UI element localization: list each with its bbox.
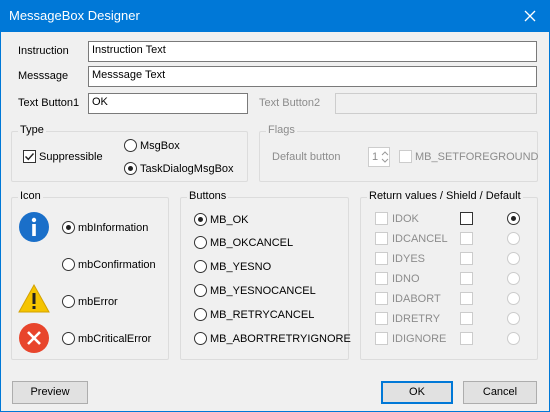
- setforeground-label: MB_SETFOREGROUND: [415, 151, 539, 163]
- buttons-radio-yesnocancel[interactable]: [194, 284, 207, 297]
- icon-label-information: mbInformation: [78, 222, 149, 234]
- window-title: MessageBox Designer: [9, 8, 140, 23]
- buttons-label-yesno: MB_YESNO: [210, 261, 272, 273]
- message-label: Messsage: [18, 70, 69, 82]
- default-radio-idok[interactable]: [507, 212, 520, 225]
- icon-radio-critical-error[interactable]: [62, 332, 75, 345]
- default-radio-idyes[interactable]: [507, 252, 520, 265]
- buttons-radio-retrycancel[interactable]: [194, 308, 207, 321]
- default-radio-idabort[interactable]: [507, 292, 520, 305]
- return-checkbox-idabort[interactable]: [375, 292, 388, 305]
- cancel-button[interactable]: Cancel: [463, 381, 537, 404]
- buttons-label-ok: MB_OK: [210, 214, 249, 226]
- suppressible-label: Suppressible: [39, 151, 103, 163]
- default-button-spinner[interactable]: 1: [368, 147, 390, 167]
- type-group-title: Type: [18, 124, 46, 136]
- buttons-group-title: Buttons: [187, 190, 229, 202]
- shield-checkbox-idcancel[interactable]: [460, 232, 473, 245]
- warning-icon: [18, 284, 50, 313]
- suppressible-checkbox[interactable]: [23, 150, 36, 163]
- icon-label-error: mbError: [78, 296, 118, 308]
- instruction-label: Instruction: [18, 45, 69, 57]
- close-button[interactable]: [510, 0, 550, 32]
- return-checkbox-idretry[interactable]: [375, 312, 388, 325]
- buttons-radio-ok[interactable]: [194, 213, 207, 226]
- return-label-idyes: IDYES: [392, 253, 426, 265]
- icon-radio-error[interactable]: [62, 295, 75, 308]
- default-button-label: Default button: [272, 151, 341, 163]
- close-icon: [524, 10, 536, 22]
- icon-radio-confirmation[interactable]: [62, 258, 75, 271]
- return-label-idignore: IDIGNORE: [392, 333, 447, 345]
- text-button2-input[interactable]: [335, 93, 537, 114]
- ok-button[interactable]: OK: [381, 381, 453, 404]
- buttons-radio-okcancel[interactable]: [194, 236, 207, 249]
- buttons-label-retrycancel: MB_RETRYCANCEL: [210, 309, 315, 321]
- setforeground-checkbox[interactable]: [399, 150, 412, 163]
- error-icon: [19, 323, 49, 353]
- return-checkbox-idno[interactable]: [375, 272, 388, 285]
- buttons-label-abortretryignore: MB_ABORTRETRYIGNORE: [210, 333, 351, 345]
- default-radio-idcancel[interactable]: [507, 232, 520, 245]
- shield-checkbox-idyes[interactable]: [460, 252, 473, 265]
- icon-group-title: Icon: [18, 190, 43, 202]
- msgbox-radio[interactable]: [124, 139, 137, 152]
- taskdialog-label: TaskDialogMsgBox: [140, 163, 234, 175]
- shield-checkbox-idretry[interactable]: [460, 312, 473, 325]
- message-input[interactable]: Messsage Text: [88, 66, 537, 87]
- check-icon: [25, 153, 35, 161]
- buttons-label-yesnocancel: MB_YESNOCANCEL: [210, 285, 316, 297]
- default-button-value: 1: [372, 151, 379, 163]
- return-checkbox-idcancel[interactable]: [375, 232, 388, 245]
- spin-arrows-icon: [381, 151, 389, 163]
- text-button1-input[interactable]: OK: [88, 93, 248, 114]
- shield-checkbox-idignore[interactable]: [460, 332, 473, 345]
- taskdialog-radio[interactable]: [124, 162, 137, 175]
- buttons-radio-abortretryignore[interactable]: [194, 332, 207, 345]
- text-button2-label: Text Button2: [259, 97, 321, 109]
- icon-radio-information[interactable]: [62, 221, 75, 234]
- shield-checkbox-idok[interactable]: [460, 212, 473, 225]
- default-radio-idno[interactable]: [507, 272, 520, 285]
- default-radio-idretry[interactable]: [507, 312, 520, 325]
- text-button1-label: Text Button1: [18, 97, 80, 109]
- information-icon: [19, 212, 49, 242]
- return-checkbox-idignore[interactable]: [375, 332, 388, 345]
- return-label-idcancel: IDCANCEL: [392, 233, 448, 245]
- return-label-idno: IDNO: [392, 273, 420, 285]
- instruction-input[interactable]: Instruction Text: [88, 41, 537, 62]
- icon-label-critical-error: mbCriticalError: [78, 333, 152, 345]
- buttons-radio-yesno[interactable]: [194, 260, 207, 273]
- return-label-idretry: IDRETRY: [392, 313, 441, 325]
- flags-group-title: Flags: [266, 124, 297, 136]
- return-checkbox-idyes[interactable]: [375, 252, 388, 265]
- preview-button[interactable]: Preview: [12, 381, 88, 404]
- buttons-label-okcancel: MB_OKCANCEL: [210, 237, 294, 249]
- return-label-idok: IDOK: [392, 213, 419, 225]
- shield-checkbox-idabort[interactable]: [460, 292, 473, 305]
- icon-label-confirmation: mbConfirmation: [78, 259, 156, 271]
- default-radio-idignore[interactable]: [507, 332, 520, 345]
- shield-checkbox-idno[interactable]: [460, 272, 473, 285]
- return-checkbox-idok[interactable]: [375, 212, 388, 225]
- title-bar: MessageBox Designer: [0, 0, 550, 32]
- return-label-idabort: IDABORT: [392, 293, 441, 305]
- return-values-group-title: Return values / Shield / Default: [367, 190, 523, 202]
- msgbox-label: MsgBox: [140, 140, 180, 152]
